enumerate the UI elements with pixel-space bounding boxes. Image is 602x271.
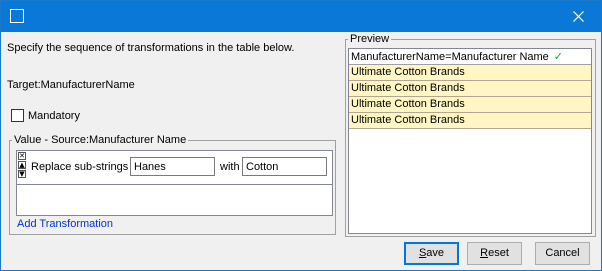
preview-row: Ultimate Cotton Brands bbox=[349, 81, 591, 97]
target-label: Target:ManufacturerName bbox=[7, 79, 135, 91]
preview-legend: Preview bbox=[350, 33, 390, 45]
title-bar bbox=[1, 1, 601, 32]
with-label: with bbox=[220, 161, 240, 173]
close-button[interactable] bbox=[555, 1, 601, 32]
preview-header: ManufacturerName=Manufacturer Name ✓ bbox=[349, 49, 591, 65]
reset-mnemonic: R bbox=[480, 247, 489, 259]
close-icon bbox=[572, 11, 584, 22]
replace-substrings-label: Replace sub-strings bbox=[31, 161, 129, 173]
add-transformation-link[interactable]: Add Transformation bbox=[17, 218, 113, 230]
preview-table: ManufacturerName=Manufacturer Name ✓ Ult… bbox=[348, 48, 592, 234]
preview-header-text: ManufacturerName=Manufacturer Name bbox=[351, 50, 549, 63]
reset-button[interactable]: Reset bbox=[467, 242, 522, 265]
row-controls: ✕ ▲ ▼ bbox=[18, 152, 27, 179]
window-icon bbox=[10, 9, 24, 23]
save-label: ave bbox=[426, 247, 445, 259]
save-button[interactable]: Save bbox=[404, 242, 459, 265]
replace-input[interactable] bbox=[242, 157, 327, 176]
preview-row: Ultimate Cotton Brands bbox=[349, 97, 591, 113]
delete-icon[interactable]: ✕ bbox=[18, 152, 26, 160]
mandatory-checkbox[interactable] bbox=[11, 109, 24, 122]
mandatory-label: Mandatory bbox=[28, 109, 80, 122]
preview-row: Ultimate Cotton Brands bbox=[349, 65, 591, 81]
find-input[interactable] bbox=[130, 157, 215, 176]
move-up-icon[interactable]: ▲ bbox=[18, 161, 26, 169]
transformations-table: ✕ ▲ ▼ Replace sub-strings with bbox=[16, 150, 333, 216]
move-down-icon[interactable]: ▼ bbox=[18, 170, 26, 178]
reset-label: eset bbox=[488, 247, 509, 259]
instructions-text: Specify the sequence of transformations … bbox=[7, 42, 295, 54]
value-source-legend: Value - Source:Manufacturer Name bbox=[14, 134, 187, 146]
cancel-button[interactable]: Cancel bbox=[535, 242, 590, 265]
transformation-row: ✕ ▲ ▼ Replace sub-strings with bbox=[17, 151, 332, 185]
preview-row: Ultimate Cotton Brands bbox=[349, 113, 591, 129]
mandatory-checkbox-row[interactable]: Mandatory bbox=[11, 109, 80, 122]
checkmark-icon: ✓ bbox=[553, 51, 563, 63]
